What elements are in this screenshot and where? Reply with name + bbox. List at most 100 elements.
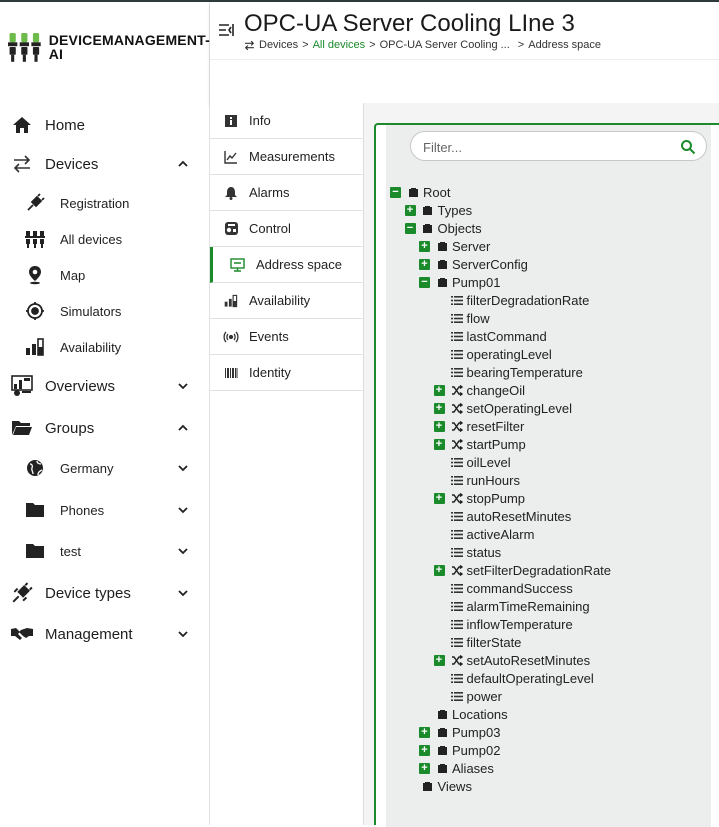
expand-icon[interactable]: + — [419, 762, 430, 774]
sidebar-item-groups[interactable]: Groups — [0, 410, 210, 446]
chevron-down-icon[interactable] — [176, 461, 190, 475]
sidebar-item-phones[interactable]: Phones — [0, 493, 210, 527]
object-node-icon — [407, 186, 419, 198]
expand-icon[interactable]: + — [404, 204, 416, 216]
collapse-icon[interactable]: − — [404, 222, 416, 234]
tree-node[interactable]: inflowTemperature — [434, 615, 573, 633]
folder-open-icon — [11, 417, 33, 439]
breadcrumb-devices[interactable]: Devices — [259, 39, 298, 51]
tab-measurements[interactable]: Measurements — [210, 139, 364, 175]
sidebar-item-label: Availability — [60, 339, 122, 355]
collapse-icon[interactable]: − — [390, 186, 401, 198]
tree-node[interactable]: + startPump — [433, 435, 526, 453]
sidebar-item-germany[interactable]: Germany — [0, 451, 210, 485]
chevron-down-icon[interactable] — [176, 503, 190, 517]
chevron-up-icon[interactable] — [176, 421, 190, 435]
sidebar-item-map[interactable]: Map — [0, 258, 210, 292]
expand-icon[interactable]: + — [419, 726, 430, 738]
tree-node[interactable]: + Pump03 — [419, 723, 500, 741]
tree-node[interactable]: − Pump01 — [419, 273, 500, 291]
tree-node[interactable]: + setOperatingLevel — [433, 399, 572, 417]
chevron-down-icon[interactable] — [176, 379, 190, 393]
tree-node[interactable]: defaultOperatingLevel — [434, 669, 594, 687]
tree-node[interactable]: + Server — [419, 237, 490, 255]
expand-icon[interactable]: + — [433, 564, 445, 576]
tree-node[interactable]: − Objects — [404, 219, 482, 237]
chevron-down-icon[interactable] — [176, 544, 190, 558]
tree-node[interactable]: power — [434, 687, 502, 705]
tree-node[interactable]: alarmTimeRemaining — [434, 597, 590, 615]
filter-field[interactable] — [410, 131, 707, 161]
search-icon[interactable] — [680, 139, 696, 155]
tree-node[interactable]: + stopPump — [433, 489, 525, 507]
sidebar-item-label: test — [60, 543, 81, 559]
tab-label: Info — [249, 113, 271, 128]
tree-node[interactable]: autoResetMinutes — [434, 507, 571, 525]
tree-node[interactable]: activeAlarm — [434, 525, 534, 543]
expand-icon[interactable]: + — [433, 420, 445, 432]
tree-node[interactable]: Locations — [419, 705, 508, 723]
tab-events[interactable]: Events — [210, 319, 364, 355]
tab-info[interactable]: Info — [210, 103, 364, 139]
tab-address-space[interactable]: Address space — [210, 247, 364, 283]
sidebar-item-devices[interactable]: Devices — [0, 146, 210, 182]
chevron-down-icon[interactable] — [176, 627, 190, 641]
filter-input[interactable] — [423, 138, 663, 156]
sidebar-item-registration[interactable]: Registration — [0, 186, 210, 220]
tree-node[interactable]: lastCommand — [434, 327, 547, 345]
tree-node[interactable]: + Pump02 — [419, 741, 500, 759]
tab-availability[interactable]: Availability — [210, 283, 364, 319]
expand-icon[interactable]: + — [433, 492, 445, 504]
tree-node[interactable]: + Aliases — [419, 759, 494, 777]
folder-icon — [25, 500, 45, 520]
sidebar-item-simulators[interactable]: Simulators — [0, 294, 210, 328]
expand-icon[interactable]: + — [433, 384, 445, 396]
tree-node[interactable]: status — [434, 543, 501, 561]
tree-node[interactable]: + setFilterDegradationRate — [433, 561, 611, 579]
toggle-spacer — [419, 709, 430, 720]
tab-identity[interactable]: Identity — [210, 355, 364, 391]
expand-icon[interactable]: + — [433, 402, 445, 414]
tree-node[interactable]: commandSuccess — [434, 579, 573, 597]
tree-node[interactable]: − Root — [390, 183, 450, 201]
tree-node[interactable]: + ServerConfig — [419, 255, 528, 273]
expand-icon[interactable]: + — [433, 654, 445, 666]
sidebar-item-home[interactable]: Home — [0, 107, 210, 143]
sidebar-item-management[interactable]: Management — [0, 616, 210, 652]
collapse-icon[interactable]: − — [419, 276, 430, 288]
tab-alarms[interactable]: Alarms — [210, 175, 364, 211]
expand-icon[interactable]: + — [433, 438, 445, 450]
brand[interactable]: DEVICEMANAGEMENT- AI — [0, 2, 210, 92]
sidebar-item-all-devices[interactable]: All devices — [0, 222, 210, 256]
sidebar-item-test[interactable]: test — [0, 534, 210, 568]
tree-node[interactable]: flow — [434, 309, 490, 327]
collapse-menu-icon[interactable] — [218, 22, 234, 38]
tree-container[interactable]: −Root+Types−Objects+Server+ServerConfig−… — [386, 125, 711, 827]
handshake-icon — [11, 623, 33, 645]
tree-node[interactable]: filterDegradationRate — [434, 291, 589, 309]
tree-node[interactable]: + Types — [404, 201, 472, 219]
tab-control[interactable]: Control — [210, 211, 364, 247]
tree-node[interactable]: Views — [405, 777, 472, 795]
globe-icon — [25, 458, 45, 478]
tree-node[interactable]: filterState — [434, 633, 521, 651]
tree-node[interactable]: operatingLevel — [434, 345, 552, 363]
chevron-up-icon[interactable] — [176, 157, 190, 171]
tree-node[interactable]: + setAutoResetMinutes — [433, 651, 590, 669]
breadcrumb-all-devices[interactable]: All devices — [313, 39, 366, 51]
tree-node[interactable]: bearingTemperature — [434, 363, 583, 381]
sidebar-item-overviews[interactable]: Overviews — [0, 368, 210, 404]
sidebar-item-device-types[interactable]: Device types — [0, 575, 210, 611]
chevron-down-icon[interactable] — [176, 586, 190, 600]
expand-icon[interactable]: + — [419, 258, 430, 270]
tree-node[interactable]: + changeOil — [433, 381, 525, 399]
swap-arrows-icon — [244, 40, 255, 50]
tree-node[interactable]: runHours — [434, 471, 520, 489]
tree-node[interactable]: + resetFilter — [433, 417, 525, 435]
sidebar-item-availability[interactable]: Availability — [0, 330, 210, 364]
tree-node-label: resetFilter — [466, 418, 525, 434]
tree-node[interactable]: oilLevel — [434, 453, 511, 471]
breadcrumb-device[interactable]: OPC-UA Server Cooling ... — [380, 39, 510, 51]
expand-icon[interactable]: + — [419, 240, 430, 252]
expand-icon[interactable]: + — [419, 744, 430, 756]
